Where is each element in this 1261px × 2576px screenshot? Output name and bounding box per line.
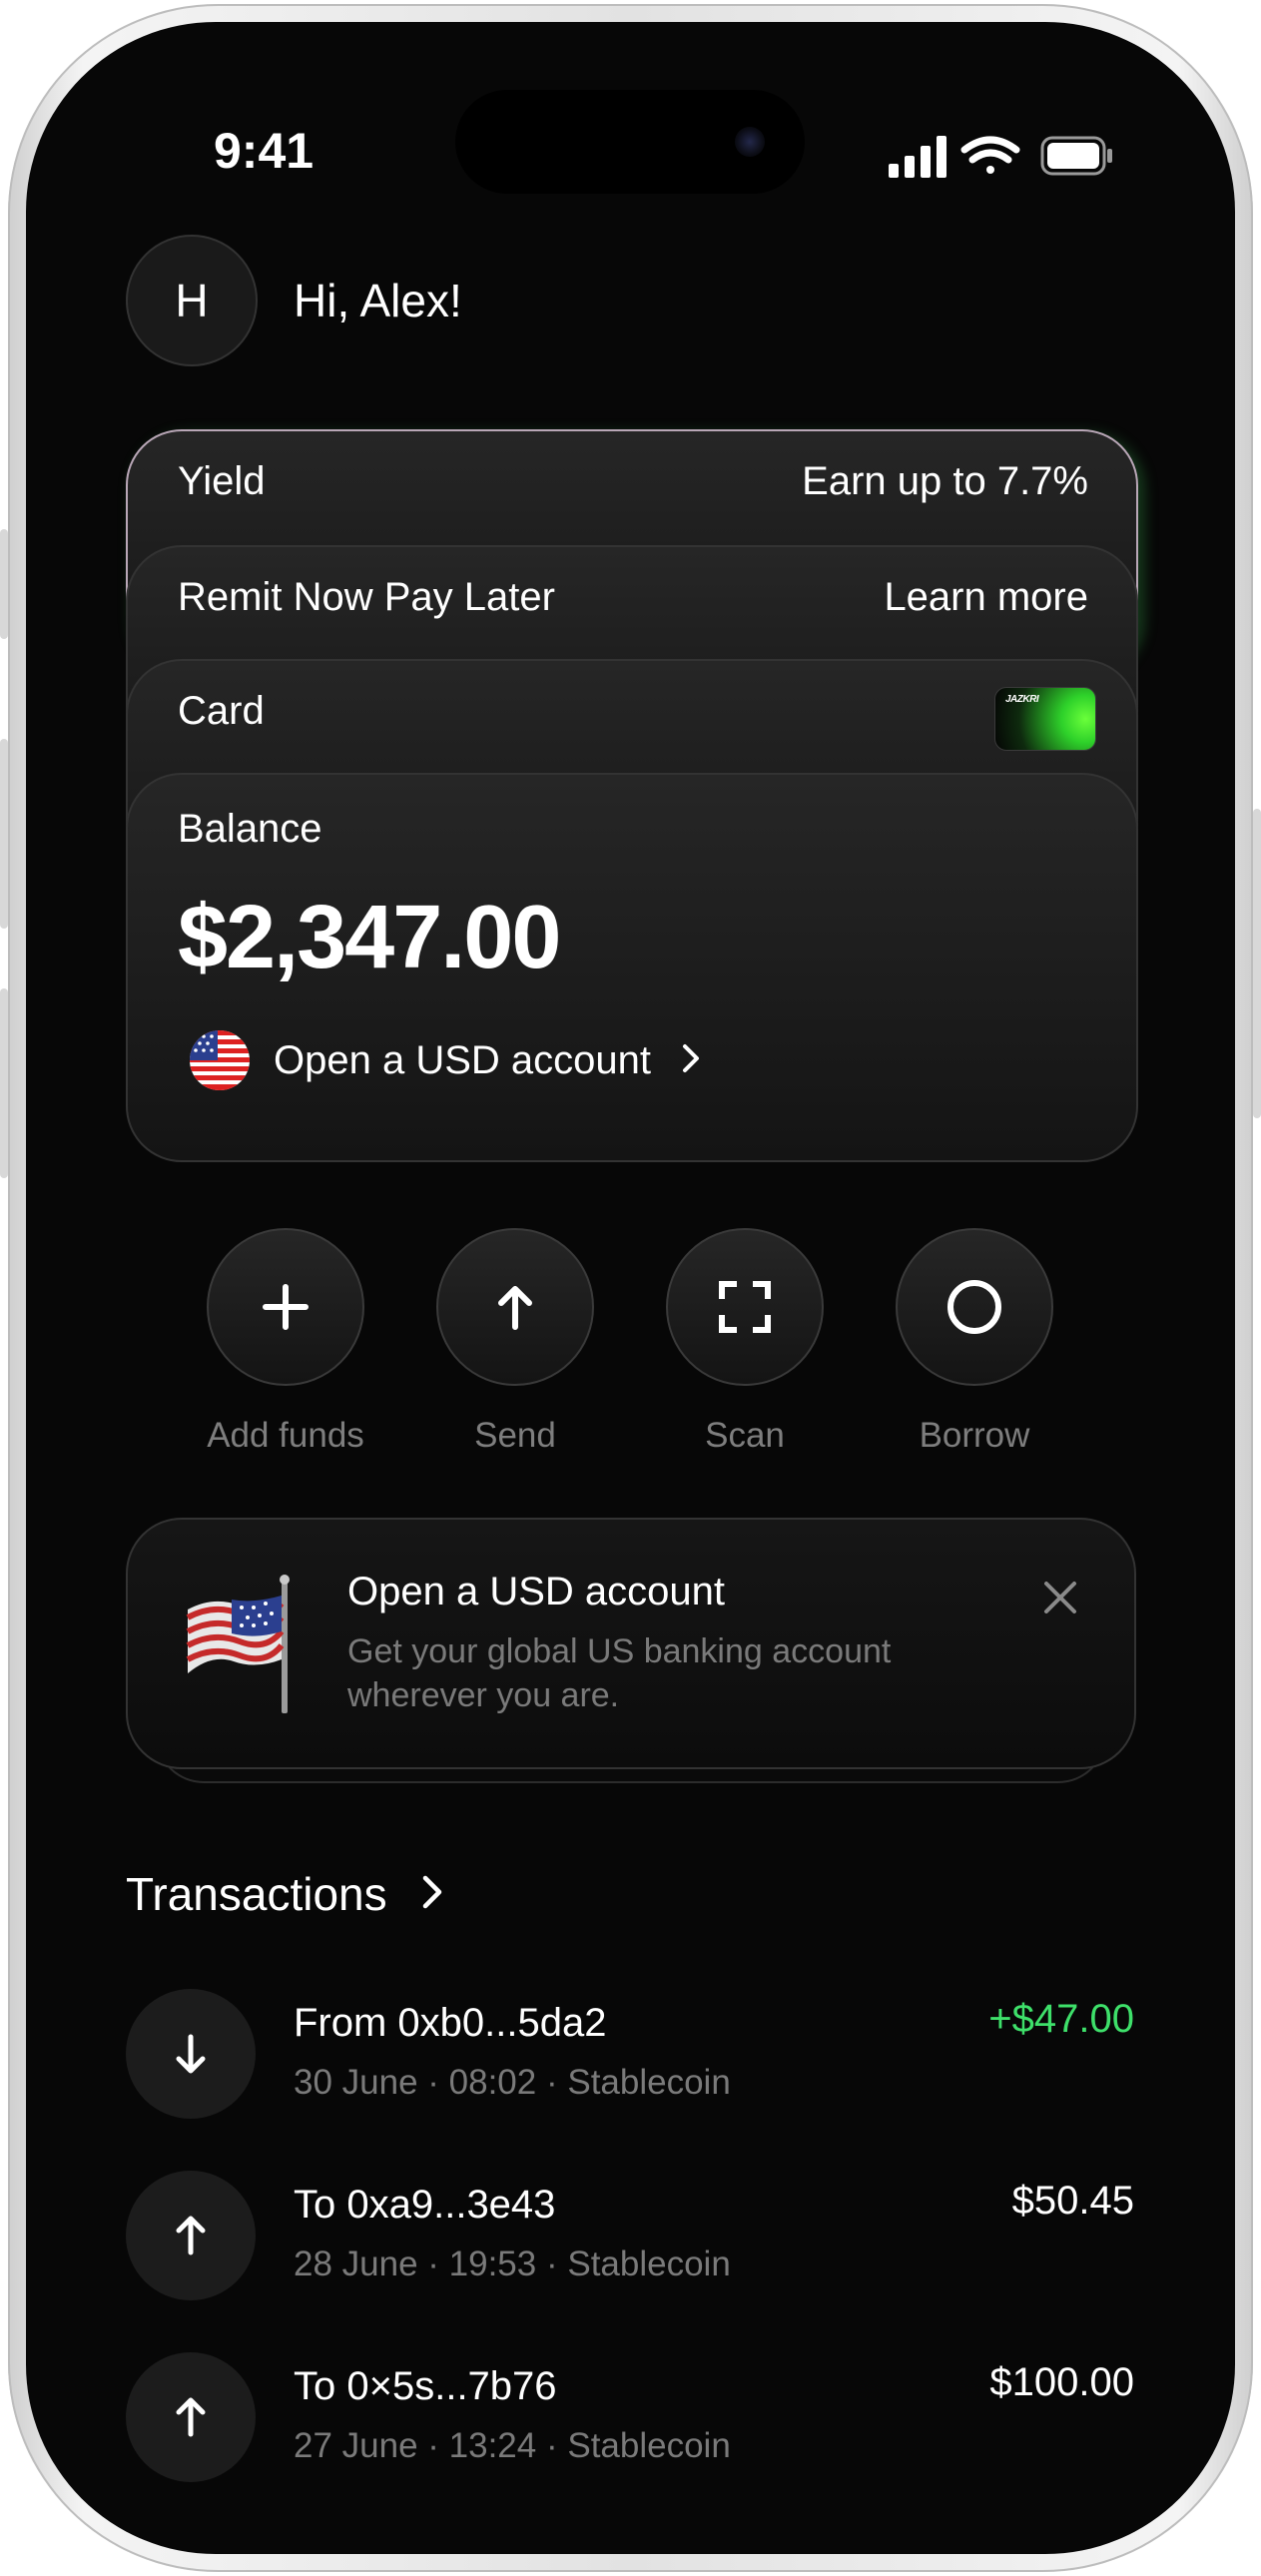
us-flag-icon <box>190 1030 250 1090</box>
send-label: Send <box>474 1416 556 1455</box>
yield-label: Yield <box>178 459 266 503</box>
transaction-name: To 0xa9...3e43 <box>294 2183 556 2227</box>
scan-action[interactable]: Scan <box>665 1228 825 1456</box>
promo-title: Open a USD account <box>347 1570 725 1613</box>
scan-icon[interactable] <box>666 1228 824 1386</box>
transaction-amount: +$47.00 <box>988 1997 1134 2041</box>
circle-icon[interactable] <box>896 1228 1053 1386</box>
transaction-row[interactable]: To 0×5s...7b76 27 June · 13:24 · Stablec… <box>126 2352 1134 2484</box>
usd-account-promo[interactable]: Open a USD account Get your global US ba… <box>126 1518 1136 1769</box>
transaction-amount: $100.00 <box>989 2360 1134 2404</box>
chevron-right-icon <box>681 1042 701 1079</box>
app-screen: 9:41 H Hi, Alex! Yield Earn up to 7.7% R… <box>26 22 1235 2554</box>
volume-up-button <box>0 739 8 929</box>
balance-amount: $2,347.00 <box>178 888 561 987</box>
open-usd-account-link[interactable]: Open a USD account <box>190 1030 701 1090</box>
transaction-meta: 30 June · 08:02 · Stablecoin <box>294 2063 731 2102</box>
waving-flag-icon <box>184 1574 294 1718</box>
scan-label: Scan <box>705 1416 785 1455</box>
borrow-action[interactable]: Borrow <box>895 1228 1054 1456</box>
signal-icon <box>889 136 946 178</box>
transaction-name: To 0×5s...7b76 <box>294 2364 557 2408</box>
learn-more-link[interactable]: Learn more <box>884 575 1088 620</box>
balance-card: Balance $2,347.00 Open a USD account <box>126 773 1138 1162</box>
volume-down-button <box>0 988 8 1178</box>
chevron-right-icon <box>421 1867 443 1921</box>
status-time: 9:41 <box>214 123 315 179</box>
status-icons <box>865 134 1114 183</box>
add-funds-label: Add funds <box>207 1416 364 1455</box>
arrow-up-icon <box>126 2352 256 2482</box>
transaction-name: From 0xb0...5da2 <box>294 2001 607 2045</box>
power-button <box>1253 809 1261 1118</box>
battery-icon <box>1040 136 1112 176</box>
promo-description: Get your global US banking account where… <box>347 1632 892 1714</box>
card-brand-logo: JAZKRI <box>1005 694 1039 705</box>
borrow-label: Borrow <box>919 1416 1030 1455</box>
send-action[interactable]: Send <box>435 1228 595 1456</box>
transactions-title: Transactions <box>126 1868 387 1920</box>
greeting: Hi, Alex! <box>294 275 462 326</box>
transactions-header[interactable]: Transactions <box>126 1867 443 1921</box>
avatar[interactable]: H <box>126 235 258 366</box>
wifi-icon <box>960 136 1020 174</box>
action-button <box>0 529 8 639</box>
arrow-up-icon[interactable] <box>436 1228 594 1386</box>
transaction-amount: $50.45 <box>1011 2179 1134 2223</box>
transaction-row[interactable]: From 0xb0...5da2 30 June · 08:02 · Stabl… <box>126 1989 1134 2121</box>
arrow-down-icon <box>126 1989 256 2119</box>
remit-label: Remit Now Pay Later <box>178 575 555 619</box>
arrow-up-icon <box>126 2171 256 2300</box>
transaction-meta: 28 June · 19:53 · Stablecoin <box>294 2245 731 2283</box>
plus-icon[interactable] <box>207 1228 364 1386</box>
add-funds-action[interactable]: Add funds <box>206 1228 365 1456</box>
payment-card-thumbnail[interactable]: JAZKRI <box>994 687 1096 751</box>
transaction-meta: 27 June · 13:24 · Stablecoin <box>294 2426 731 2465</box>
transaction-row[interactable]: To 0xa9...3e43 28 June · 19:53 · Stablec… <box>126 2171 1134 2302</box>
yield-earn-text[interactable]: Earn up to 7.7% <box>802 459 1088 504</box>
close-icon[interactable] <box>1042 1580 1078 1620</box>
balance-label: Balance <box>178 807 322 851</box>
open-usd-account-label: Open a USD account <box>274 1037 651 1082</box>
card-label: Card <box>178 689 265 733</box>
front-camera <box>735 127 765 157</box>
